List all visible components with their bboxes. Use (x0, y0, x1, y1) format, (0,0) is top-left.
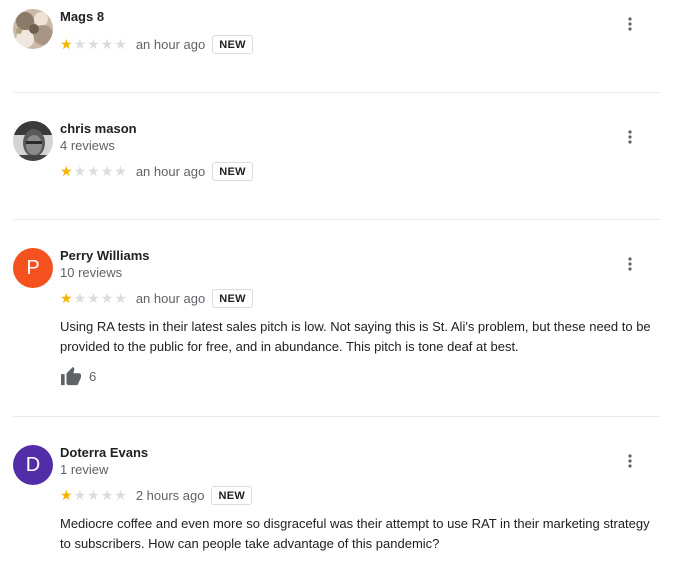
star-rating: ★ ★ ★ ★ ★ (60, 164, 127, 178)
thumb-up-icon (61, 366, 81, 386)
star-icon: ★ (87, 36, 100, 52)
avatar-letter: P (26, 256, 40, 279)
reviewer-review-count[interactable]: 1 review (60, 462, 108, 477)
reviewer-review-count[interactable]: 4 reviews (60, 138, 115, 153)
reviewer-name[interactable]: chris mason (60, 121, 137, 136)
more-options-button[interactable] (620, 14, 640, 34)
new-badge: NEW (211, 485, 253, 505)
star-icon: ★ (60, 290, 73, 306)
avatar[interactable]: P (13, 248, 53, 288)
star-icon: ★ (100, 487, 114, 503)
review-time: an hour ago (135, 163, 206, 179)
new-badge: NEW (212, 161, 253, 181)
star-icon: ★ (114, 36, 127, 52)
reviewer-review-count[interactable]: 10 reviews (60, 265, 122, 280)
avatar-photo (13, 121, 53, 161)
review-card: Mags 8 ★ ★ ★ ★ ★ an hour ago NEW (0, 0, 676, 92)
rating-row: ★ ★ ★ ★ ★ an hour ago NEW (60, 34, 253, 54)
avatar-photo (13, 9, 53, 49)
likes-count: 6 (89, 368, 97, 384)
star-icon: ★ (73, 290, 87, 306)
star-icon: ★ (100, 36, 114, 52)
avatar-letter: D (25, 453, 41, 476)
reviewer-name[interactable]: Mags 8 (60, 9, 104, 24)
star-icon: ★ (87, 487, 100, 503)
reviewer-name[interactable]: Doterra Evans (60, 445, 148, 460)
star-icon: ★ (60, 36, 73, 52)
review-card: P Perry Williams 10 reviews ★ ★ ★ ★ ★ an hou… (0, 220, 676, 416)
star-icon: ★ (87, 290, 100, 306)
avatar[interactable] (13, 9, 53, 49)
rating-row: ★ ★ ★ ★ ★ an hour ago NEW (60, 288, 253, 308)
star-icon: ★ (60, 487, 73, 503)
review-time: an hour ago (135, 36, 206, 52)
new-badge: NEW (212, 288, 253, 308)
star-icon: ★ (73, 36, 87, 52)
star-icon: ★ (87, 163, 100, 179)
star-icon: ★ (114, 487, 127, 503)
star-icon: ★ (114, 290, 127, 306)
star-rating: ★ ★ ★ ★ ★ (60, 291, 127, 305)
star-rating: ★ ★ ★ ★ ★ (60, 37, 127, 51)
more-options-button[interactable] (620, 451, 640, 471)
star-rating: ★ ★ ★ ★ ★ (60, 488, 127, 502)
star-icon: ★ (73, 163, 87, 179)
reviews-list: Mags 8 ★ ★ ★ ★ ★ an hour ago NEW chris m… (0, 0, 676, 563)
more-vert-icon (628, 17, 632, 31)
star-icon: ★ (100, 290, 114, 306)
review-time: an hour ago (135, 290, 206, 306)
star-icon: ★ (60, 163, 73, 179)
reviewer-name[interactable]: Perry Williams (60, 248, 149, 263)
like-button[interactable]: 6 (60, 366, 96, 386)
review-text: Mediocre coffee and even more so disgrac… (60, 516, 650, 551)
more-vert-icon (628, 257, 632, 271)
more-options-button[interactable] (620, 254, 640, 274)
review-card: chris mason 4 reviews ★ ★ ★ ★ ★ an hour ago … (0, 93, 676, 219)
review-time: 2 hours ago (135, 487, 205, 503)
star-icon: ★ (73, 487, 87, 503)
new-badge: NEW (212, 34, 253, 54)
more-options-button[interactable] (620, 127, 640, 147)
review-text: Using RA tests in their latest sales pit… (60, 319, 651, 354)
star-icon: ★ (114, 163, 127, 179)
rating-row: ★ ★ ★ ★ ★ 2 hours ago NEW (60, 485, 253, 505)
more-vert-icon (628, 130, 632, 144)
avatar[interactable] (13, 121, 53, 161)
more-vert-icon (628, 454, 632, 468)
review-card: D Doterra Evans 1 review ★ ★ ★ ★ ★ 2 hours a… (0, 417, 676, 563)
star-icon: ★ (100, 163, 114, 179)
rating-row: ★ ★ ★ ★ ★ an hour ago NEW (60, 161, 253, 181)
avatar[interactable]: D (13, 445, 53, 485)
